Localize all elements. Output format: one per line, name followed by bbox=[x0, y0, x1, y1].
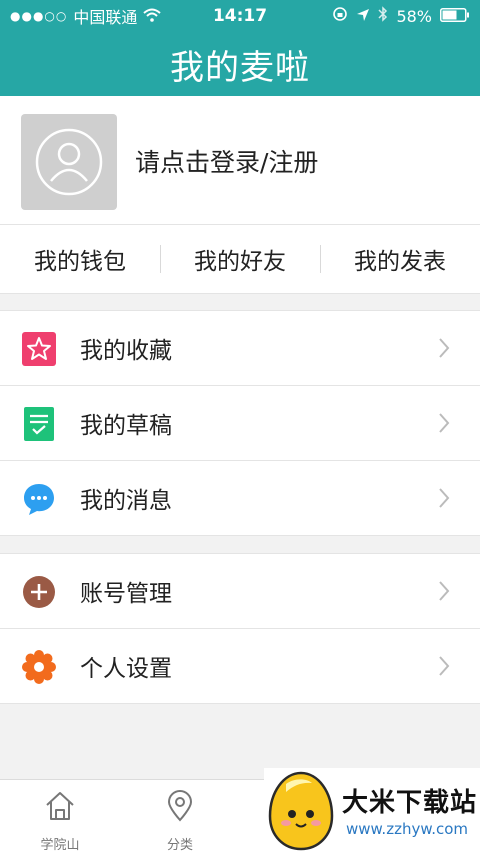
menu-label: 个人设置 bbox=[80, 656, 172, 682]
menu-item-account-management[interactable]: 账号管理 bbox=[0, 554, 480, 628]
signal-dots-icon: ●●●○○ bbox=[10, 9, 68, 23]
menu-group-content: 我的收藏 我的草稿 我的消息 bbox=[0, 310, 480, 536]
chevron-right-icon bbox=[439, 656, 450, 676]
menu-label: 我的草稿 bbox=[80, 413, 172, 439]
home-icon bbox=[46, 792, 74, 820]
page-title: 我的麦啦 bbox=[170, 47, 310, 88]
chevron-right-icon bbox=[439, 338, 450, 358]
star-icon bbox=[22, 332, 56, 366]
menu-item-favorites[interactable]: 我的收藏 bbox=[0, 311, 480, 385]
tab-friends[interactable]: 我的好友 bbox=[160, 225, 320, 293]
bluetooth-icon bbox=[378, 6, 388, 26]
login-register-link[interactable]: 请点击登录/注册 bbox=[135, 143, 318, 179]
chevron-right-icon bbox=[439, 413, 450, 433]
menu-label: 我的消息 bbox=[80, 488, 172, 514]
carrier-label: 中国联通 bbox=[73, 8, 138, 27]
bottom-nav-label: 分类 bbox=[166, 838, 193, 853]
chevron-right-icon bbox=[439, 488, 450, 508]
menu-label: 账号管理 bbox=[80, 581, 172, 607]
draft-icon bbox=[24, 407, 54, 441]
battery-percent: 58% bbox=[396, 6, 432, 26]
watermark: 大米下载站 www.zzhyw.com bbox=[264, 768, 480, 853]
quick-tabs: 我的钱包 我的好友 我的发表 bbox=[0, 225, 480, 294]
tab-posts[interactable]: 我的发表 bbox=[320, 225, 480, 293]
menu-item-drafts[interactable]: 我的草稿 bbox=[0, 385, 480, 460]
bottom-nav-item-academy[interactable]: 学院山 bbox=[20, 780, 100, 854]
watermark-url: www.zzhyw.com bbox=[346, 820, 469, 838]
watermark-title: 大米下载站 bbox=[342, 788, 478, 818]
mascot-logo-icon bbox=[268, 771, 334, 851]
rotation-lock-icon bbox=[332, 6, 348, 26]
gear-icon bbox=[22, 650, 56, 684]
message-icon bbox=[24, 484, 54, 515]
menu-item-personal-settings[interactable]: 个人设置 bbox=[0, 628, 480, 703]
menu-label: 我的收藏 bbox=[80, 338, 172, 364]
menu-item-messages[interactable]: 我的消息 bbox=[0, 460, 480, 535]
status-bar: ●●●○○ 中国联通 14:17 58% bbox=[0, 0, 480, 32]
bottom-nav-label: 学院山 bbox=[40, 838, 80, 853]
header-bar: 我的麦啦 bbox=[0, 32, 480, 96]
profile-section[interactable]: 请点击登录/注册 bbox=[0, 96, 480, 225]
location-icon bbox=[167, 790, 193, 822]
wifi-icon bbox=[143, 7, 162, 26]
plus-circle-icon bbox=[23, 576, 55, 608]
user-icon bbox=[35, 128, 103, 196]
tab-wallet[interactable]: 我的钱包 bbox=[0, 225, 160, 293]
menu-group-account: 账号管理 个人设置 bbox=[0, 553, 480, 704]
bottom-nav-item-category[interactable]: 分类 bbox=[140, 780, 220, 854]
location-arrow-icon bbox=[356, 7, 370, 26]
battery-icon bbox=[440, 7, 470, 26]
avatar[interactable] bbox=[21, 114, 117, 210]
chevron-right-icon bbox=[439, 581, 450, 601]
